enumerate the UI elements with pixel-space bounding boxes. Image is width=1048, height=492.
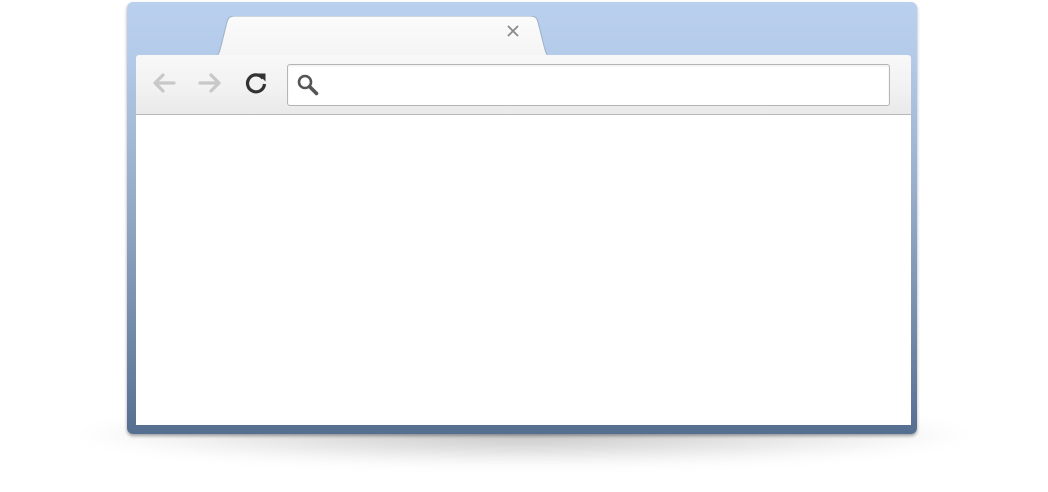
address-input[interactable] [328,67,889,103]
forward-button[interactable] [195,70,225,100]
reload-icon [243,70,269,101]
page-viewport[interactable] [136,115,911,425]
arrow-right-icon [197,72,223,99]
browser-tab[interactable] [210,16,555,58]
tab-shape [210,16,555,58]
search-icon [288,65,328,105]
back-button[interactable] [149,70,179,100]
screenshot-stage [0,0,1048,492]
tab-close-button[interactable] [507,25,529,47]
omnibox[interactable] [287,64,890,106]
arrow-left-icon [151,72,177,99]
browser-toolbar [136,55,911,115]
reload-button[interactable] [241,70,271,100]
